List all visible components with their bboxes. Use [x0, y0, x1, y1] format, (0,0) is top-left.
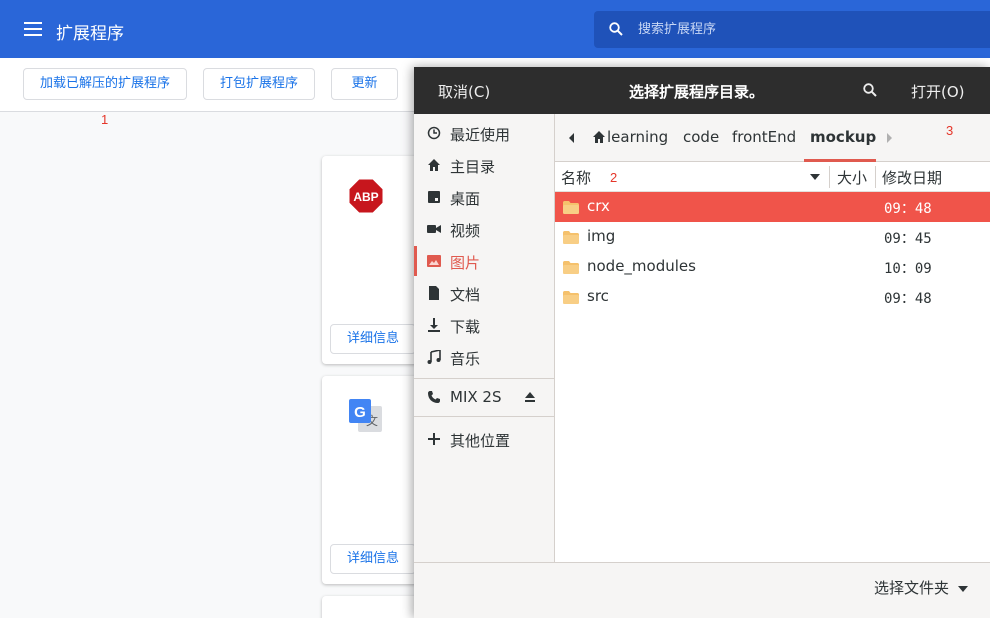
abp-icon: ABP: [348, 178, 384, 214]
file-row-src[interactable]: src 09：48: [555, 282, 990, 312]
google-translate-icon: 文 G: [349, 399, 382, 432]
file-modified: 09：48: [884, 291, 932, 307]
sidebar-divider: [414, 416, 554, 417]
desktop-icon: [428, 191, 440, 203]
file-chooser-dialog: 取消(C) 选择扩展程序目录。 打开(O) 最近使用 主目录 桌面 视频 图片: [414, 67, 990, 618]
document-icon: [429, 286, 439, 300]
chevron-left-icon[interactable]: [568, 132, 576, 144]
file-modified: 09：48: [884, 201, 932, 217]
file-row-img[interactable]: img 09：45: [555, 222, 990, 252]
breadcrumb-learning[interactable]: learning: [607, 128, 668, 146]
annotation-2: 2: [610, 170, 618, 185]
home-icon: [593, 131, 605, 143]
home-icon: [428, 159, 440, 171]
dialog-footer: 选择文件夹: [414, 562, 990, 618]
file-modified: 10：09: [884, 261, 932, 277]
annotation-3: 3: [946, 123, 954, 138]
annotation-1: 1: [101, 112, 109, 127]
path-bar: learning code frontEnd mockup 3: [555, 114, 990, 162]
sidebar-divider: [414, 378, 554, 379]
dialog-title: 选择扩展程序目录。: [629, 83, 765, 101]
open-button[interactable]: 打开(O): [911, 81, 965, 102]
load-unpacked-button[interactable]: 加载已解压的扩展程序: [23, 68, 187, 100]
sidebar-item-music[interactable]: 音乐: [414, 342, 554, 372]
svg-text:ABP: ABP: [353, 190, 378, 204]
details-button[interactable]: 详细信息: [330, 544, 416, 574]
file-filter-dropdown[interactable]: 选择文件夹: [874, 577, 968, 598]
sort-down-icon: [810, 174, 820, 180]
file-name: node_modules: [587, 257, 696, 275]
extension-card: [322, 596, 422, 618]
breadcrumb-code[interactable]: code: [683, 128, 719, 146]
file-name: crx: [587, 197, 610, 215]
plus-icon: [428, 433, 440, 445]
search-input[interactable]: [638, 11, 978, 48]
sidebar-item-desktop[interactable]: 桌面: [414, 182, 554, 212]
folder-icon: [563, 231, 579, 244]
extension-card: 文 G 详细信息: [322, 376, 422, 584]
column-modified-header[interactable]: 修改日期: [882, 167, 942, 188]
file-name: src: [587, 287, 609, 305]
image-icon: [427, 255, 441, 267]
download-icon: [428, 318, 440, 332]
chevron-down-icon: [957, 585, 968, 592]
sidebar-item-home[interactable]: 主目录: [414, 150, 554, 180]
sidebar-item-downloads[interactable]: 下载: [414, 310, 554, 340]
chevron-right-icon[interactable]: [885, 132, 893, 144]
hamburger-menu-icon[interactable]: [24, 22, 42, 36]
music-icon: [427, 350, 441, 364]
column-size-header[interactable]: 大小: [837, 167, 867, 188]
folder-icon: [563, 201, 579, 214]
sidebar-item-other-locations[interactable]: 其他位置: [414, 424, 554, 454]
search-icon: [609, 22, 623, 36]
file-modified: 09：45: [884, 231, 932, 247]
folder-icon: [563, 291, 579, 304]
video-icon: [427, 225, 441, 233]
sidebar-item-device[interactable]: MIX 2S: [414, 382, 554, 412]
phone-icon: [428, 391, 440, 403]
file-row-crx[interactable]: crx 09：48: [555, 192, 990, 222]
clock-icon: [427, 126, 441, 140]
pack-extension-button[interactable]: 打包扩展程序: [203, 68, 315, 100]
update-button[interactable]: 更新: [331, 68, 398, 100]
sidebar-item-documents[interactable]: 文档: [414, 278, 554, 308]
sidebar-item-pictures[interactable]: 图片: [414, 246, 554, 276]
extension-card: ABP 详细信息: [322, 156, 422, 364]
top-bar: 扩展程序: [0, 0, 990, 58]
places-sidebar: 最近使用 主目录 桌面 视频 图片 文档 下载 音乐 MIX 2S 其他位置: [414, 114, 555, 562]
eject-icon[interactable]: [524, 391, 536, 403]
search-icon[interactable]: [863, 83, 877, 97]
file-list-header: 名称 2 大小 修改日期: [555, 162, 990, 192]
cancel-button[interactable]: 取消(C): [438, 81, 490, 102]
sidebar-item-recent[interactable]: 最近使用: [414, 118, 554, 148]
file-name: img: [587, 227, 616, 245]
svg-text:G: G: [354, 404, 366, 421]
file-row-node-modules[interactable]: node_modules 10：09: [555, 252, 990, 282]
folder-icon: [563, 261, 579, 274]
details-button[interactable]: 详细信息: [330, 324, 416, 354]
sidebar-item-videos[interactable]: 视频: [414, 214, 554, 244]
breadcrumb-frontend[interactable]: frontEnd: [732, 128, 796, 146]
breadcrumb-mockup[interactable]: mockup: [810, 128, 876, 146]
dialog-header: 取消(C) 选择扩展程序目录。 打开(O): [414, 67, 990, 114]
search-box[interactable]: [594, 11, 990, 48]
page-title: 扩展程序: [56, 24, 124, 44]
column-name-header[interactable]: 名称: [561, 167, 591, 188]
